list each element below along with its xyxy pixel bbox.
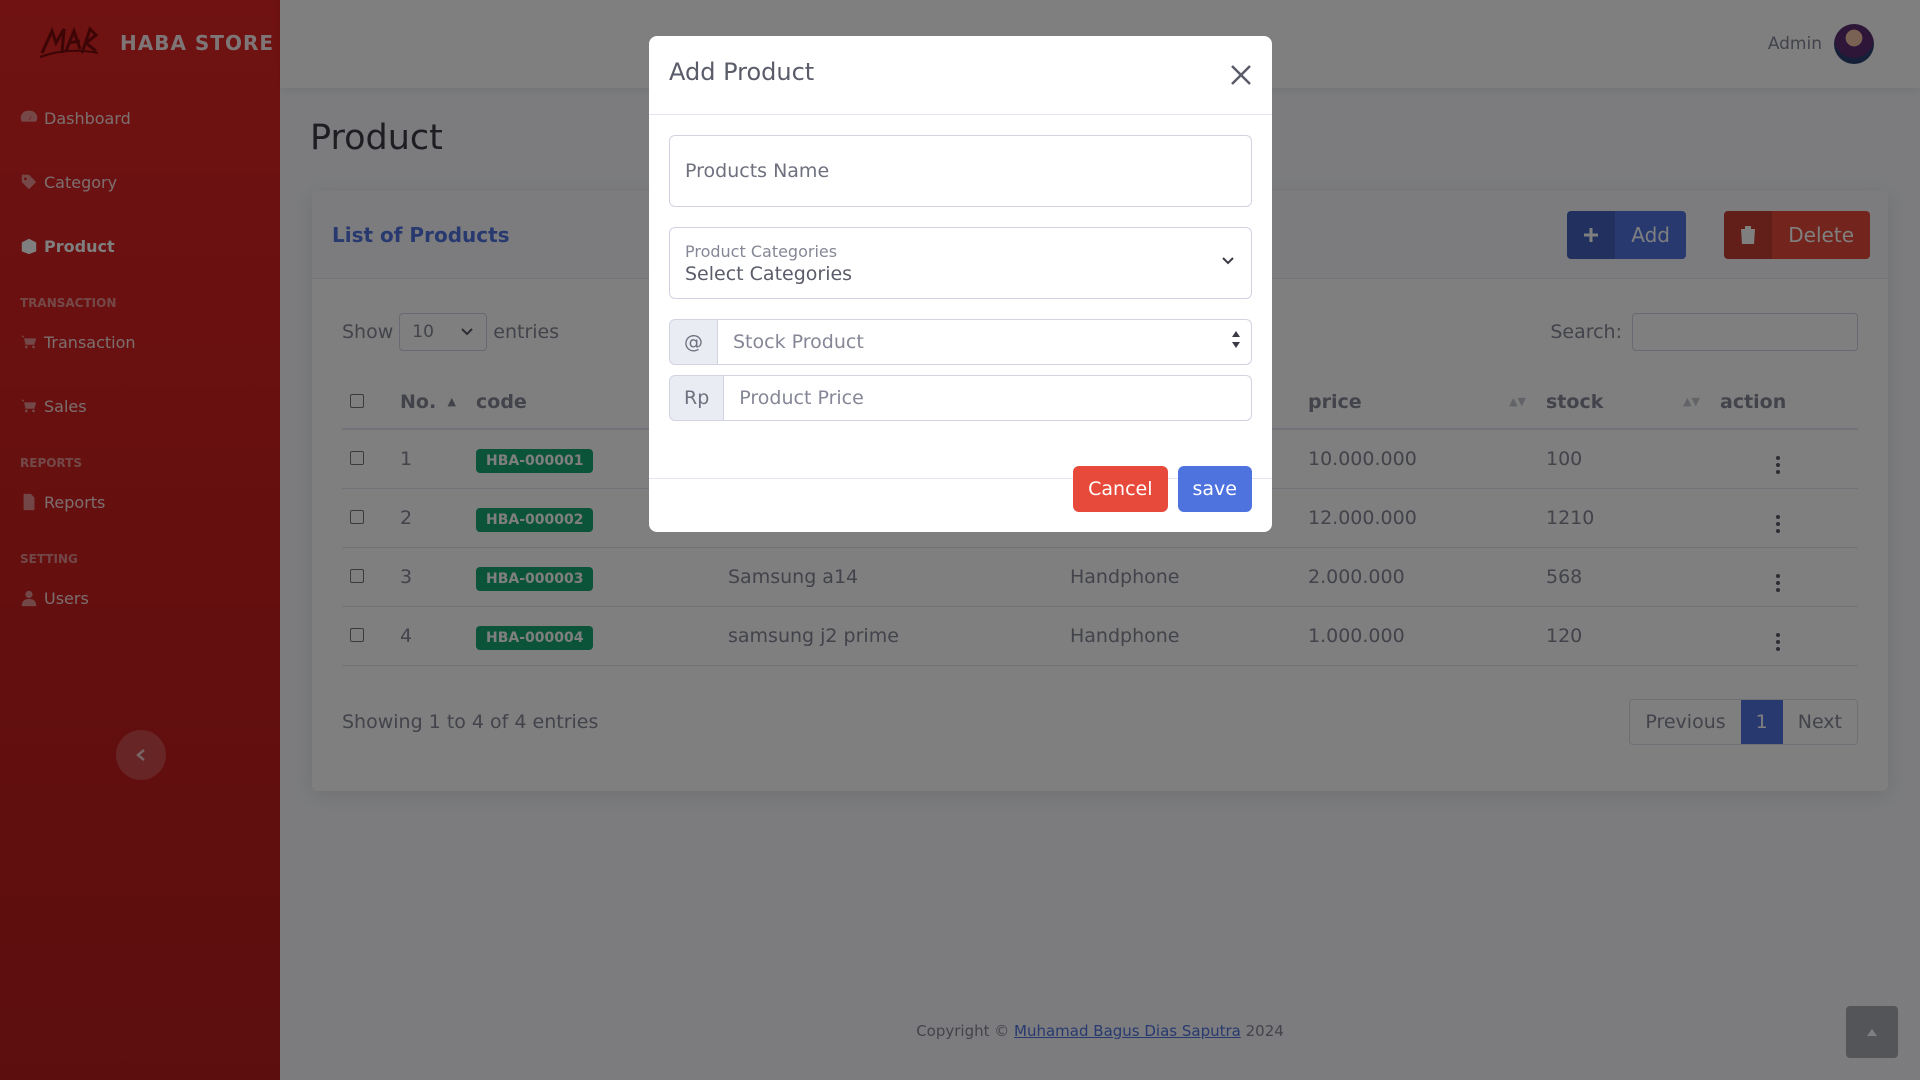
cancel-button[interactable]: Cancel	[1073, 466, 1168, 512]
modal-footer: Cancel save	[1073, 466, 1252, 512]
product-name-placeholder: Products Name	[685, 160, 830, 182]
save-button[interactable]: save	[1177, 466, 1252, 512]
stock-addon: @	[669, 319, 718, 365]
product-category-select[interactable]: Product Categories Select Categories	[669, 227, 1252, 299]
modal-body: Products Name Product Categories Select …	[649, 115, 1272, 479]
add-product-modal: Add Product Products Name Product Catego…	[649, 36, 1272, 532]
price-placeholder: Product Price	[739, 387, 864, 409]
product-name-input[interactable]: Products Name	[669, 135, 1252, 207]
price-input[interactable]: Product Price	[724, 375, 1252, 421]
category-value: Select Categories	[685, 262, 853, 285]
stock-placeholder: Stock Product	[733, 331, 864, 353]
modal-title: Add Product	[669, 58, 815, 86]
modal-header: Add Product	[649, 36, 1272, 115]
stock-input[interactable]: Stock Product	[718, 319, 1252, 365]
number-stepper-icon[interactable]	[1231, 330, 1241, 349]
chevron-down-icon	[1222, 257, 1234, 265]
category-label: Product Categories	[685, 241, 838, 261]
price-input-group: Rp Product Price	[669, 375, 1252, 421]
stock-input-group: @ Stock Product	[669, 319, 1252, 365]
close-icon[interactable]	[1226, 60, 1256, 90]
price-addon: Rp	[669, 375, 725, 421]
